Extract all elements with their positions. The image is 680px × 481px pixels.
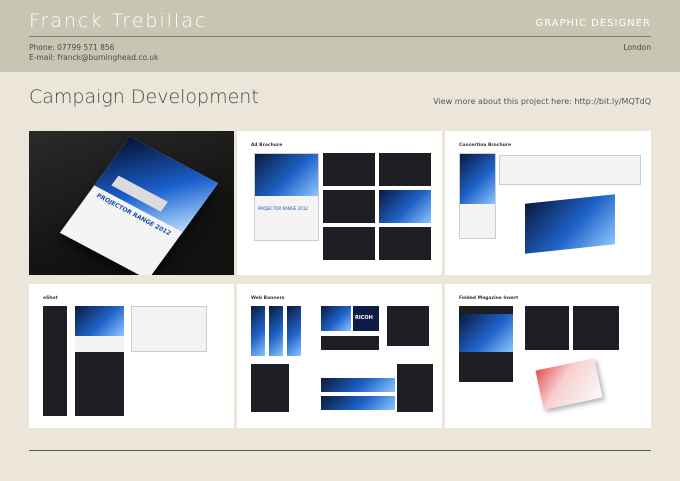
banner-mpu-2: RICOH [353, 306, 379, 331]
brochure-spread-2 [379, 153, 431, 186]
insert-spread-2 [573, 306, 619, 350]
banner-skyscraper-1 [251, 306, 265, 356]
card-label: A4 Brochure [251, 143, 283, 148]
concertina-cover-image [459, 153, 496, 239]
card-eshot: eShot [29, 284, 234, 428]
brochure-cover-image: PROJECTOR RANGE 2012 [254, 153, 319, 241]
insert-cover-image [459, 306, 513, 382]
insert-spread-1 [525, 306, 569, 350]
brochure-spread-5 [323, 227, 375, 260]
phone-text: Phone: 07799 571 856 [29, 43, 115, 52]
card-label: Concertina Brochure [459, 143, 512, 148]
footer-divider [29, 450, 651, 451]
card-web-banners: Web Banners RICOH [237, 284, 442, 428]
header-bar: Franck Trebillac GRAPHIC DESIGNER Phone:… [0, 0, 680, 72]
card-a4-brochure: A4 Brochure PROJECTOR RANGE 2012 [237, 131, 442, 275]
brochure-spread-1 [323, 153, 375, 186]
card-concertina-brochure: Concertina Brochure [445, 131, 651, 275]
card-label: eShot [43, 296, 58, 301]
page-title: Campaign Development [29, 86, 259, 108]
insert-magazine-image [535, 358, 603, 410]
brochure-spread-6 [379, 227, 431, 260]
eshot-browser-window [131, 306, 207, 352]
banner-mpu-1 [321, 306, 351, 331]
banner-skyscraper-dark [251, 364, 289, 412]
banner-logo-text: RICOH [355, 315, 373, 321]
banner-webpage-2 [397, 364, 433, 412]
brochure-cover-text: PROJECTOR RANGE 2012 [258, 206, 308, 211]
banner-webpage-1 [387, 306, 429, 346]
eshot-email-1 [43, 306, 67, 416]
concertina-folded-image [525, 194, 615, 254]
banner-skyscraper-2 [269, 306, 283, 356]
location-text: London [623, 43, 652, 52]
email-text: E-mail: franck@burninghead.co.uk [29, 53, 159, 62]
brochure-spread-3 [323, 190, 375, 223]
hero-brochure-image: PROJECTOR RANGE 2012 [59, 136, 219, 275]
concertina-panel-strip [499, 155, 641, 185]
banner-leaderboard-1 [321, 336, 379, 350]
card-hero-photo: PROJECTOR RANGE 2012 [29, 131, 234, 275]
eshot-email-2 [75, 306, 124, 416]
banner-skyscraper-3 [287, 306, 301, 356]
header-divider [29, 36, 651, 37]
card-label: Folded Magazine Insert [459, 296, 519, 301]
brochure-spread-4 [379, 190, 431, 223]
designer-role: GRAPHIC DESIGNER [535, 18, 651, 29]
designer-name: Franck Trebillac [29, 10, 208, 32]
banner-leaderboard-2 [321, 378, 395, 392]
banner-leaderboard-3 [321, 396, 395, 410]
project-link[interactable]: View more about this project here: http:… [433, 97, 651, 106]
card-label: Web Banners [251, 296, 285, 301]
card-folded-magazine-insert: Folded Magazine Insert [445, 284, 651, 428]
